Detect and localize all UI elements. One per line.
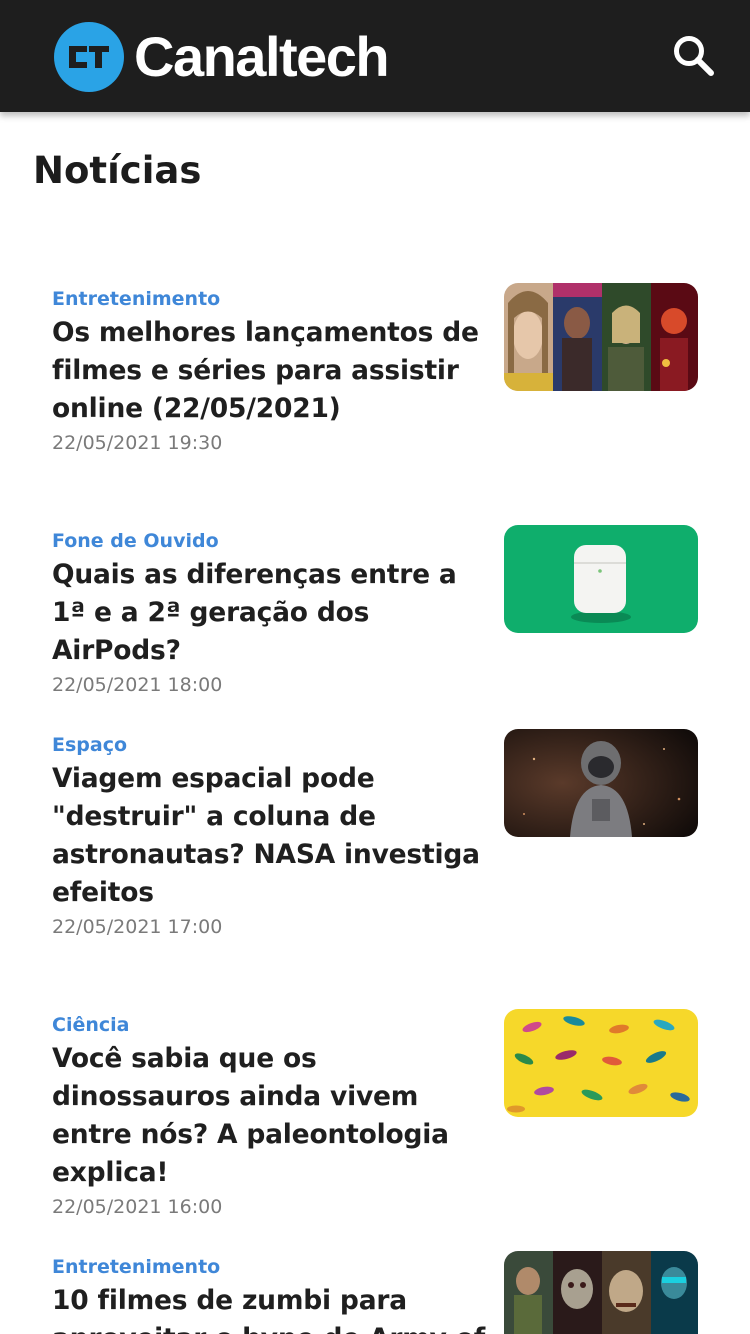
news-title[interactable]: 10 filmes de zumbi para aproveitar o hyp… [52, 1282, 488, 1334]
news-title[interactable]: Os melhores lançamentos de filmes e séri… [52, 314, 488, 428]
news-title[interactable]: Quais as diferenças entre a 1ª e a 2ª ge… [52, 556, 488, 670]
news-date: 22/05/2021 19:30 [52, 432, 223, 454]
news-category[interactable]: Espaço [52, 730, 488, 760]
news-feed: Entretenimento Os melhores lançamentos d… [0, 0, 750, 1334]
search-button[interactable] [668, 30, 720, 82]
news-title[interactable]: Viagem espacial pode "destruir" a coluna… [52, 760, 488, 912]
news-category[interactable]: Entretenimento [52, 284, 488, 314]
news-item-text: Entretenimento Os melhores lançamentos d… [52, 283, 488, 458]
movie-posters-collage-image-art [504, 283, 698, 391]
news-item-text: Espaço Viagem espacial pode "destruir" a… [52, 729, 488, 942]
news-item-text: Fone de Ouvido Quais as diferenças entre… [52, 525, 488, 700]
zombie-movies-collage-image-art [504, 1251, 698, 1334]
news-category[interactable]: Fone de Ouvido [52, 526, 488, 556]
movie-posters-collage-image[interactable] [504, 283, 698, 391]
news-category[interactable]: Entretenimento [52, 1252, 488, 1282]
search-icon [674, 36, 714, 76]
airpods-case-image[interactable] [504, 525, 698, 633]
news-title[interactable]: Você sabia que os dinossauros ainda vive… [52, 1040, 488, 1192]
astronaut-image[interactable] [504, 729, 698, 837]
zombie-movies-collage-image[interactable] [504, 1251, 698, 1334]
astronaut-image-art [504, 729, 698, 837]
toy-dinosaurs-image[interactable] [504, 1009, 698, 1117]
toy-dinosaurs-image-art [504, 1009, 698, 1117]
canaltech-logo[interactable]: Canaltech [54, 22, 390, 92]
news-date: 22/05/2021 16:00 [52, 1196, 223, 1218]
brand-name: Canaltech [134, 25, 390, 88]
airpods-case-image-art [504, 525, 698, 633]
news-item-text: Ciência Você sabia que os dinossauros ai… [52, 1009, 488, 1222]
news-date: 22/05/2021 17:00 [52, 916, 223, 938]
ct-logo-badge [54, 22, 124, 92]
news-item-text: Entretenimento 10 filmes de zumbi para a… [52, 1251, 488, 1334]
news-date: 22/05/2021 18:00 [52, 674, 223, 696]
top-app-bar: Canaltech [0, 0, 750, 112]
news-category[interactable]: Ciência [52, 1010, 488, 1040]
ct-monogram-icon [69, 46, 109, 68]
